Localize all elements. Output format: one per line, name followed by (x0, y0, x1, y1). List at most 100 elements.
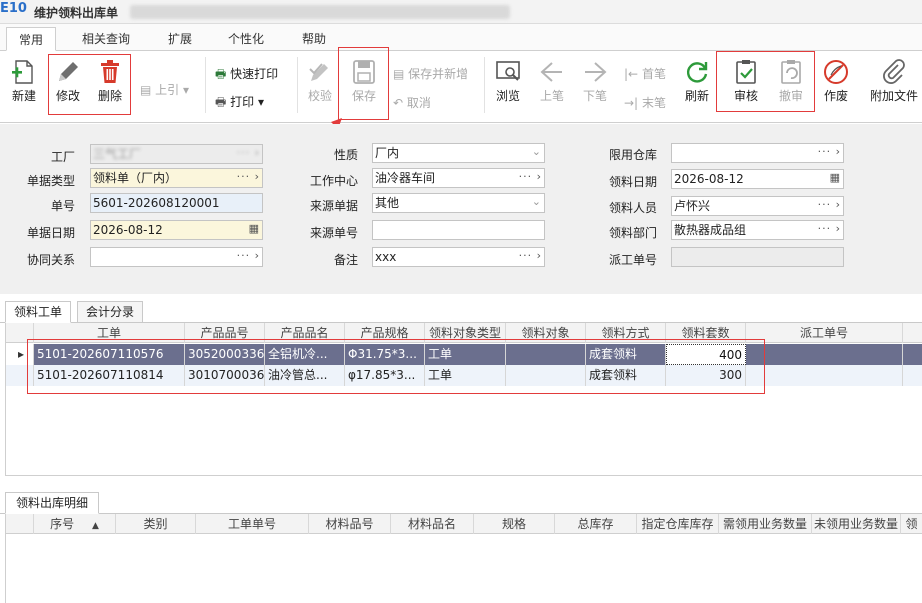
tab-pick-workorder[interactable]: 领料工单 (5, 301, 72, 323)
window-subtitle-text: 【测试数据 DL2014 0301 三气阀门有限 工厂 0301 烘干 2012… (130, 7, 505, 20)
new-label: 新建 (11, 89, 36, 103)
tab-personalize[interactable]: 个性化 (216, 27, 276, 51)
doc-type-field[interactable]: 领料单（厂内） ··· › (90, 168, 263, 188)
print-button[interactable]: 🖶 打印 ▾ (215, 93, 264, 114)
limit-wh-label: 限用仓库 (608, 148, 657, 162)
pick-date-field[interactable]: 2026-08-12 ▦ (671, 169, 844, 189)
last-record-button[interactable]: →| 末笔 (624, 94, 666, 111)
col-header[interactable]: 未领用业务数量 (812, 514, 901, 534)
quick-print-button[interactable]: 🖶 快速打印 (215, 65, 278, 86)
src-doc-select[interactable]: 其他 ⌄ (372, 193, 545, 213)
lookup-icon[interactable]: ··· › (237, 169, 260, 187)
lookup-icon[interactable]: ··· › (237, 248, 260, 266)
col-header[interactable]: 派工单号 (746, 323, 903, 343)
divider (484, 57, 485, 113)
cell-dispatch[interactable] (746, 365, 903, 386)
tab-pick-detail[interactable]: 领料出库明细 (5, 492, 100, 514)
limit-wh-field[interactable]: ··· › (671, 143, 844, 163)
refresh-button[interactable]: 刷新 (680, 57, 714, 104)
lookup-icon[interactable]: ··· › (519, 169, 542, 187)
window-subtitle-blurred: 【测试数据 DL2014 0301 三气阀门有限 工厂 0301 烘干 2012… (130, 5, 510, 20)
src-no-field[interactable] (372, 220, 545, 240)
lookup-icon[interactable]: ··· › (818, 221, 841, 239)
grid-header: 序号 ▲ 类别 工单单号 材料品号 材料品名 规格 总库存 指定仓库库存 需领用… (6, 514, 922, 534)
nature-select[interactable]: 厂内 ⌄ (372, 143, 545, 163)
pick-dept-field[interactable]: 散热器成品组 ··· › (671, 220, 844, 240)
quick-print-icon: 🖶 (215, 67, 227, 81)
browse-button[interactable]: 浏览 (490, 57, 526, 104)
dispatch-field[interactable] (671, 247, 844, 267)
divider (205, 57, 206, 113)
cancel-button[interactable]: ↶ 取消 (393, 94, 431, 111)
unapprove-button[interactable]: 撤审 (771, 57, 811, 104)
menu-tabs: 常用 相关查询 扩展 个性化 帮助 (0, 24, 922, 51)
col-header-seq[interactable]: 序号 ▲ (34, 514, 116, 534)
calendar-icon[interactable]: ▦ (830, 170, 841, 188)
doc-no-field[interactable]: 5601-202608120001 (90, 193, 263, 213)
col-header[interactable]: 领料 (901, 514, 922, 534)
print-label: 打印 (230, 95, 255, 109)
delete-button[interactable]: 删除 (94, 57, 126, 104)
header-form: 工厂 三气工厂 ··· › 单据类型 领料单（厂内） ··· › 单号 5601… (0, 124, 922, 294)
workcenter-label: 工作中心 (309, 174, 358, 188)
attach-label: 附加文件 (869, 89, 918, 103)
approve-button[interactable]: 审核 (726, 57, 766, 104)
last-icon: →| (624, 96, 639, 110)
void-icon (824, 60, 848, 84)
save-and-new-button[interactable]: ▤ 保存并新增 (393, 65, 468, 82)
workcenter-field[interactable]: 油冷器车间 ··· › (372, 168, 545, 188)
picker-field[interactable]: 卢怀兴 ··· › (671, 196, 844, 216)
attach-file-button[interactable]: 附加文件 (866, 57, 922, 104)
tab-accounting[interactable]: 会计分录 (77, 301, 144, 323)
new-button[interactable]: 新建 (6, 57, 42, 104)
tab-related-query[interactable]: 相关查询 (70, 27, 142, 51)
void-button[interactable]: 作废 (818, 57, 854, 104)
prev-record-button[interactable]: 上笔 (535, 57, 569, 104)
col-header[interactable]: 总库存 (555, 514, 637, 534)
tab-common[interactable]: 常用 (6, 27, 57, 51)
doc-date-field[interactable]: 2026-08-12 ▦ (90, 220, 263, 240)
doc-type-label: 单据类型 (26, 174, 75, 188)
col-header[interactable]: 需领用业务数量 (719, 514, 812, 534)
save-and-new-label: 保存并新增 (408, 67, 469, 81)
lookup-icon[interactable]: ··· › (818, 197, 841, 215)
arrow-left-icon (540, 62, 562, 82)
edit-label: 修改 (55, 89, 80, 103)
col-header[interactable]: 材料品号 (309, 514, 391, 534)
calendar-icon[interactable]: ▦ (249, 221, 260, 239)
edit-button[interactable]: 修改 (52, 57, 84, 104)
pick-dept-value: 散热器成品组 (674, 223, 747, 237)
lookup-icon[interactable]: ··· › (519, 248, 542, 266)
col-header[interactable]: 材料品名 (391, 514, 474, 534)
quick-print-label: 快速打印 (230, 67, 279, 81)
app-logo: E10 (0, 1, 27, 16)
next-record-button[interactable]: 下笔 (578, 57, 612, 104)
import-icon: ▤ (140, 83, 152, 97)
collab-field[interactable]: ··· › (90, 247, 263, 267)
factory-field[interactable]: 三气工厂 ··· › (90, 144, 263, 164)
tab-extend[interactable]: 扩展 (156, 27, 204, 51)
lookup-icon[interactable]: ··· › (818, 144, 841, 162)
clipboard-check-icon (736, 60, 756, 84)
first-record-button[interactable]: |← 首笔 (624, 65, 666, 82)
remark-field[interactable]: xxx ··· › (372, 247, 545, 267)
col-header[interactable]: 类别 (116, 514, 196, 534)
tab-help[interactable]: 帮助 (290, 27, 338, 51)
col-header[interactable]: 指定仓库库存 (637, 514, 719, 534)
ribbon-toolbar: 新建 修改 删除 ▤ 上引 ▾ 🖶 快速打印 🖶 打印 ▾ 校验 保存 ▤ 保存… (0, 47, 922, 123)
cell-dispatch[interactable] (746, 344, 903, 365)
row-indicator-header (6, 514, 34, 534)
col-header[interactable]: 规格 (474, 514, 555, 534)
last-label: 末笔 (641, 96, 666, 110)
new-doc-icon (12, 60, 33, 84)
chevron-down-icon: ⌄ (531, 195, 542, 208)
cancel-label: 取消 (406, 96, 431, 110)
picker-value: 卢怀兴 (674, 199, 711, 213)
verify-button[interactable]: 校验 (303, 57, 337, 104)
import-button[interactable]: ▤ 上引 ▾ (140, 81, 189, 98)
collab-label: 协同关系 (26, 253, 75, 267)
approve-label: 审核 (733, 89, 758, 103)
void-label: 作废 (823, 89, 848, 103)
col-header[interactable]: 工单单号 (196, 514, 309, 534)
save-button[interactable]: 保存 (345, 57, 383, 104)
